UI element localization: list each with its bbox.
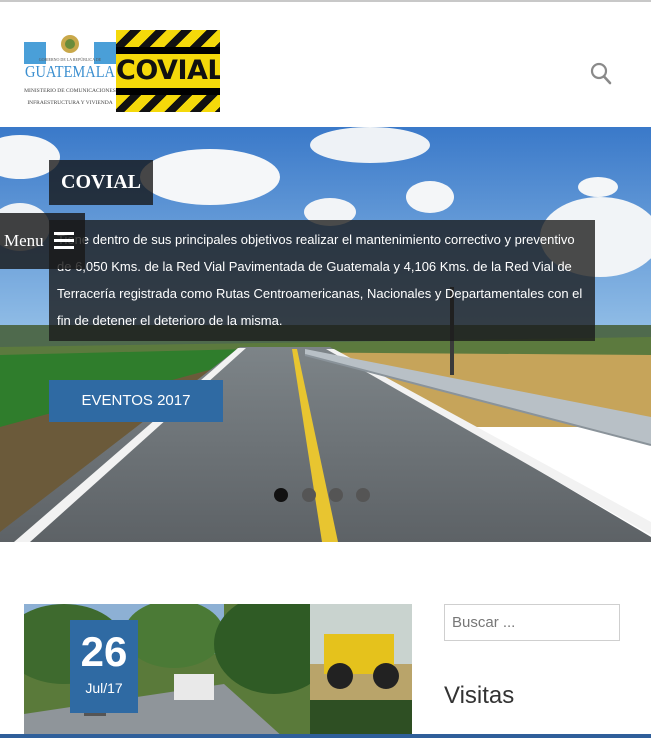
events-2017-button[interactable]: EVENTOS 2017 <box>49 380 223 422</box>
search-icon[interactable] <box>590 62 612 86</box>
post-date-badge: 26 Jul/17 <box>70 620 138 713</box>
visitas-widget-title: Visitas <box>444 682 515 709</box>
hamburger-icon <box>54 232 74 249</box>
hero-description: Tiene dentro de sus principales objetivo… <box>49 220 595 341</box>
post-date-day: 26 <box>80 628 128 675</box>
gov-line-2: GUATEMALA <box>25 62 116 81</box>
top-border <box>0 0 651 2</box>
hazard-stripe-top <box>116 30 220 47</box>
guatemala-government-logo: GOBIERNO DE LA REPÚBLICA DE GUATEMALA MI… <box>24 35 116 106</box>
hazard-stripe-bottom <box>116 95 220 112</box>
covial-logo: COVIAL <box>116 30 220 112</box>
slider-dot-3[interactable] <box>329 488 343 502</box>
gov-line-3: MINISTERIO DE COMUNICACIONES <box>24 88 116 94</box>
covial-wordmark: COVIAL <box>116 54 220 88</box>
gov-line-4: INFRAESTRUCTURA Y VIVIENDA <box>27 100 112 106</box>
hero-slider: COVIAL Tiene dentro de sus principales o… <box>0 127 651 542</box>
bottom-bar <box>0 734 651 738</box>
menu-label: Menu <box>4 231 44 250</box>
hero-title: COVIAL <box>49 160 154 205</box>
slider-dot-1[interactable] <box>274 488 288 502</box>
slider-pagination <box>274 488 374 504</box>
slider-dot-2[interactable] <box>302 488 316 502</box>
menu-toggle-button[interactable]: Menu <box>0 213 85 269</box>
slider-dot-4[interactable] <box>356 488 370 502</box>
sidebar-search-input[interactable] <box>444 604 620 641</box>
post-date-month: Jul/17 <box>85 680 123 696</box>
site-logo[interactable]: GOBIERNO DE LA REPÚBLICA DE GUATEMALA MI… <box>24 30 220 112</box>
